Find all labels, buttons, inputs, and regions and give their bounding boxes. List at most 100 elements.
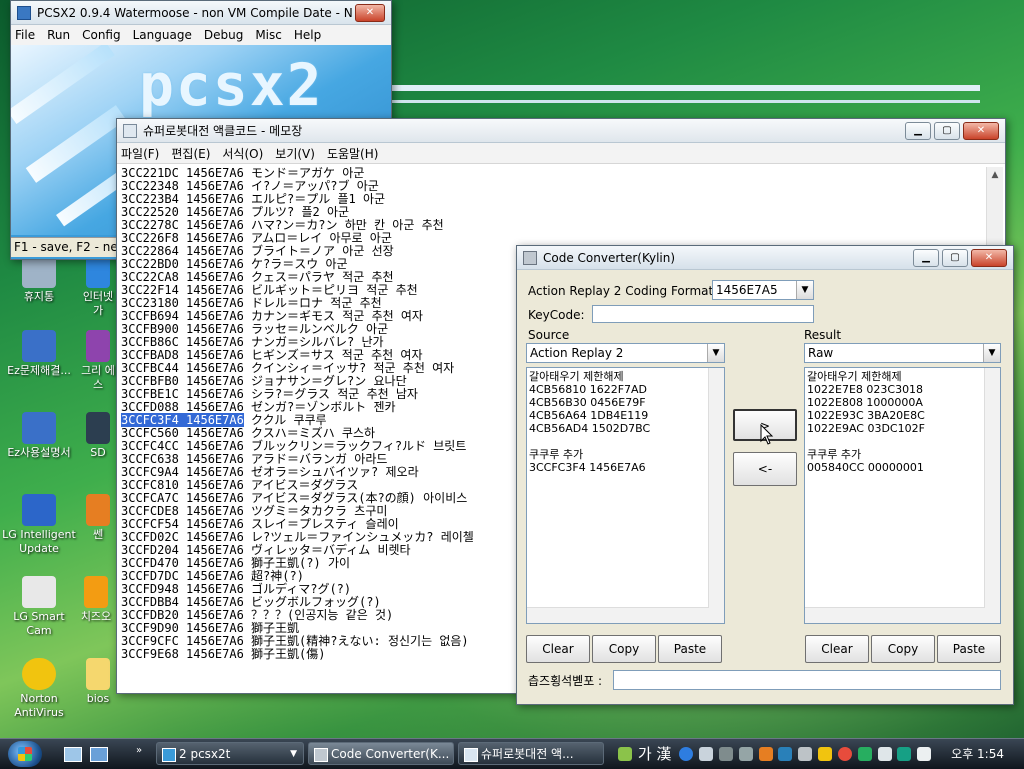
result-type-select[interactable]: Raw ▼ (804, 343, 1001, 363)
cheat-description: 獅子王凱(精神?えない: 정신기는 없음) (243, 634, 469, 648)
power-icon[interactable] (837, 747, 852, 761)
menu-run[interactable]: Run (47, 28, 70, 42)
source-copy-button[interactable]: Copy (592, 635, 656, 663)
messenger-icon[interactable] (857, 747, 872, 761)
source-type-select[interactable]: Action Replay 2 ▼ (526, 343, 725, 363)
logo-shard (11, 45, 115, 124)
reverse-convert-button[interactable]: <- (733, 452, 797, 486)
taskbar-button-code-converter[interactable]: Code Converter(K... (308, 742, 454, 765)
source-paste-button[interactable]: Paste (658, 635, 722, 663)
desktop-icon-ez-manual[interactable]: Ez사용설명서 (2, 412, 76, 460)
desktop-icon-internet[interactable]: 인터넷 가 (80, 256, 116, 318)
menu-view[interactable]: 보기(V) (275, 145, 315, 162)
taskbar: » 2 pcsx2t ▼ Code Converter(K... 슈퍼로봇대전 … (0, 738, 1024, 769)
cheat-code: 3CCFC810 1456E7A6 (121, 478, 244, 492)
scroll-up-arrow-icon[interactable]: ▲ (987, 167, 1003, 183)
taskbar-clock[interactable]: 오후 1:54 (951, 742, 1004, 766)
chevron-down-icon[interactable]: ▼ (707, 344, 724, 362)
antivirus-icon[interactable] (818, 747, 833, 761)
pcsx2-menubar: File Run Config Language Debug Misc Help (11, 25, 391, 46)
desktop-icon-bios-folder[interactable]: bios (80, 658, 116, 706)
source-clear-button[interactable]: Clear (526, 635, 590, 663)
menu-file[interactable]: 파일(F) (121, 145, 159, 162)
taskbar-button-notepad[interactable]: 슈퍼로봇대전 액... (458, 742, 604, 765)
menu-config[interactable]: Config (82, 28, 121, 42)
keycode-input[interactable] (592, 305, 814, 323)
cheat-code: 3CCFDB20 1456E7A6 (121, 608, 244, 622)
settings-icon[interactable] (699, 747, 714, 761)
cheat-description: ドレル＝ロナ 적군 추천 (243, 296, 382, 310)
minimize-button[interactable]: ▁ (913, 248, 939, 267)
pcsx2-titlebar[interactable]: PCSX2 0.9.4 Watermoose - non VM Compile … (11, 1, 391, 25)
shield-app-icon (22, 658, 56, 690)
ime-indicator[interactable]: 가 漢 (638, 745, 672, 763)
result-horizontal-scrollbar[interactable] (805, 607, 985, 623)
maximize-button[interactable]: ▢ (942, 248, 968, 267)
desktop-icon-ez-troubleshoot[interactable]: Ez문제해결... (2, 330, 76, 378)
footer-input[interactable] (613, 670, 1001, 690)
result-textarea[interactable]: 갈아태우기 제한해제 1022E7E8 023C3018 1022E808 1000… (804, 367, 1001, 624)
chevron-down-icon[interactable]: ▼ (983, 344, 1000, 362)
menu-misc[interactable]: Misc (255, 28, 282, 42)
source-vertical-scrollbar[interactable] (708, 368, 724, 623)
notepad-titlebar[interactable]: 슈퍼로봇대전 액클코드 - 메모장 ▁ ▢ ✕ (117, 119, 1005, 143)
menu-language[interactable]: Language (133, 28, 192, 42)
close-button[interactable]: ✕ (971, 248, 1007, 267)
volume-icon[interactable] (738, 747, 753, 761)
desktop-icon-lg-smart-cam[interactable]: LG Smart Cam (2, 576, 76, 638)
help-icon[interactable] (679, 747, 694, 761)
language-bar-icon[interactable] (618, 747, 632, 761)
desktop-icon-recycle-bin[interactable]: 휴지통 (2, 256, 76, 304)
menu-file[interactable]: File (15, 28, 35, 42)
cheat-code: 3CCFD948 1456E7A6 (121, 582, 244, 596)
source-textarea[interactable]: 갈아태우기 제한해제 4CB56810 1622F7AD 4CB56B30 0456… (526, 367, 725, 624)
source-line: 쿠쿠루 추가 (529, 448, 584, 461)
network-icon[interactable] (718, 747, 733, 761)
close-button[interactable]: ✕ (355, 3, 385, 22)
maximize-button[interactable]: ▢ (934, 121, 960, 140)
cheat-code: 3CCF9CFC 1456E7A6 (121, 634, 244, 648)
converter-titlebar[interactable]: Code Converter(Kylin) ▁ ▢ ✕ (517, 246, 1013, 270)
display-icon[interactable] (798, 747, 813, 761)
quicklaunch-expand-icon[interactable]: » (136, 745, 142, 756)
result-paste-button[interactable]: Paste (937, 635, 1001, 663)
wireless-icon[interactable] (897, 747, 912, 761)
cheat-description: アラド＝バランガ 아라드 (243, 452, 388, 466)
desktop-icon-lg-intelligent-update[interactable]: LG Intelligent Update (2, 494, 76, 556)
minimize-button[interactable]: ▁ (905, 121, 931, 140)
desktop-icon-cheese[interactable]: 치즈오 (76, 576, 116, 624)
result-copy-button[interactable]: Copy (871, 635, 935, 663)
security-icon[interactable] (758, 747, 773, 761)
close-button[interactable]: ✕ (963, 121, 999, 140)
menu-debug[interactable]: Debug (204, 28, 243, 42)
chevron-down-icon: ▼ (290, 749, 297, 759)
switch-windows-icon[interactable] (90, 747, 108, 762)
result-vertical-scrollbar[interactable] (984, 368, 1000, 623)
cheat-description: 獅子王凱(傷) (243, 647, 326, 661)
speaker-icon[interactable] (917, 747, 932, 761)
coding-format-value: 1456E7A5 (716, 283, 778, 297)
menu-help[interactable]: Help (294, 28, 321, 42)
cheat-code: 3CCFCF54 1456E7A6 (121, 517, 244, 531)
cheat-code: 3CC22CA8 1456E7A6 (121, 270, 244, 284)
bluetooth-icon[interactable] (778, 747, 793, 761)
start-button[interactable] (8, 741, 42, 767)
coding-format-select[interactable]: 1456E7A5 ▼ (712, 280, 814, 300)
desktop-icon-3[interactable]: 쎈 (80, 494, 116, 542)
show-desktop-icon[interactable] (64, 747, 82, 762)
desktop-icon-sd[interactable]: SD (80, 412, 116, 460)
menu-format[interactable]: 서식(O) (222, 145, 263, 162)
menu-edit[interactable]: 편집(E) (171, 145, 210, 162)
source-horizontal-scrollbar[interactable] (527, 607, 709, 623)
result-clear-button[interactable]: Clear (805, 635, 869, 663)
source-line: 4CB56B30 0456E79F (529, 396, 646, 409)
camera-app-icon (22, 576, 56, 608)
chevron-down-icon[interactable]: ▼ (796, 281, 813, 299)
battery-icon[interactable] (877, 747, 892, 761)
desktop-icon-norton-antivirus[interactable]: Norton AntiVirus (2, 658, 76, 720)
desktop-icon-2[interactable]: 그리 에스 (80, 330, 116, 392)
cheat-description: 獅子王凱(?) 가이 (243, 556, 351, 570)
menu-help[interactable]: 도움말(H) (327, 145, 379, 162)
taskbar-button-pcsx2[interactable]: 2 pcsx2t ▼ (156, 742, 304, 765)
pcsx2-app-icon (17, 5, 31, 20)
